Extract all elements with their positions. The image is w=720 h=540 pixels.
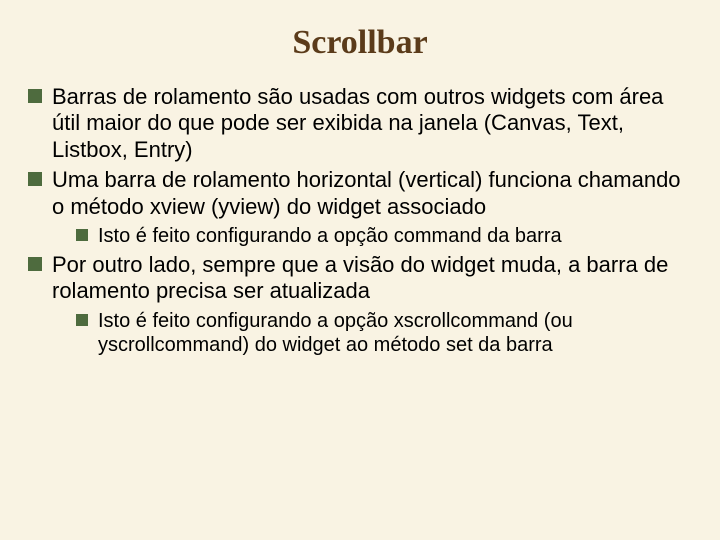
list-item: Por outro lado, sempre que a visão do wi… bbox=[28, 252, 692, 357]
list-item-text: Isto é feito configurando a opção comman… bbox=[98, 225, 562, 247]
sub-bullet-list: Isto é feito configurando a opção comman… bbox=[76, 224, 692, 248]
list-item-text: Uma barra de rolamento horizontal (verti… bbox=[52, 167, 681, 218]
slide-title: Scrollbar bbox=[28, 24, 692, 62]
list-item: Isto é feito configurando a opção comman… bbox=[76, 224, 692, 248]
list-item: Isto é feito configurando a opção xscrol… bbox=[76, 309, 692, 357]
list-item: Uma barra de rolamento horizontal (verti… bbox=[28, 167, 692, 248]
sub-bullet-list: Isto é feito configurando a opção xscrol… bbox=[76, 309, 692, 357]
list-item-text: Barras de rolamento são usadas com outro… bbox=[52, 84, 663, 162]
bullet-list: Barras de rolamento são usadas com outro… bbox=[28, 84, 692, 357]
list-item: Barras de rolamento são usadas com outro… bbox=[28, 84, 692, 163]
slide: Scrollbar Barras de rolamento são usadas… bbox=[0, 0, 720, 540]
list-item-text: Isto é feito configurando a opção xscrol… bbox=[98, 310, 573, 356]
list-item-text: Por outro lado, sempre que a visão do wi… bbox=[52, 252, 668, 303]
